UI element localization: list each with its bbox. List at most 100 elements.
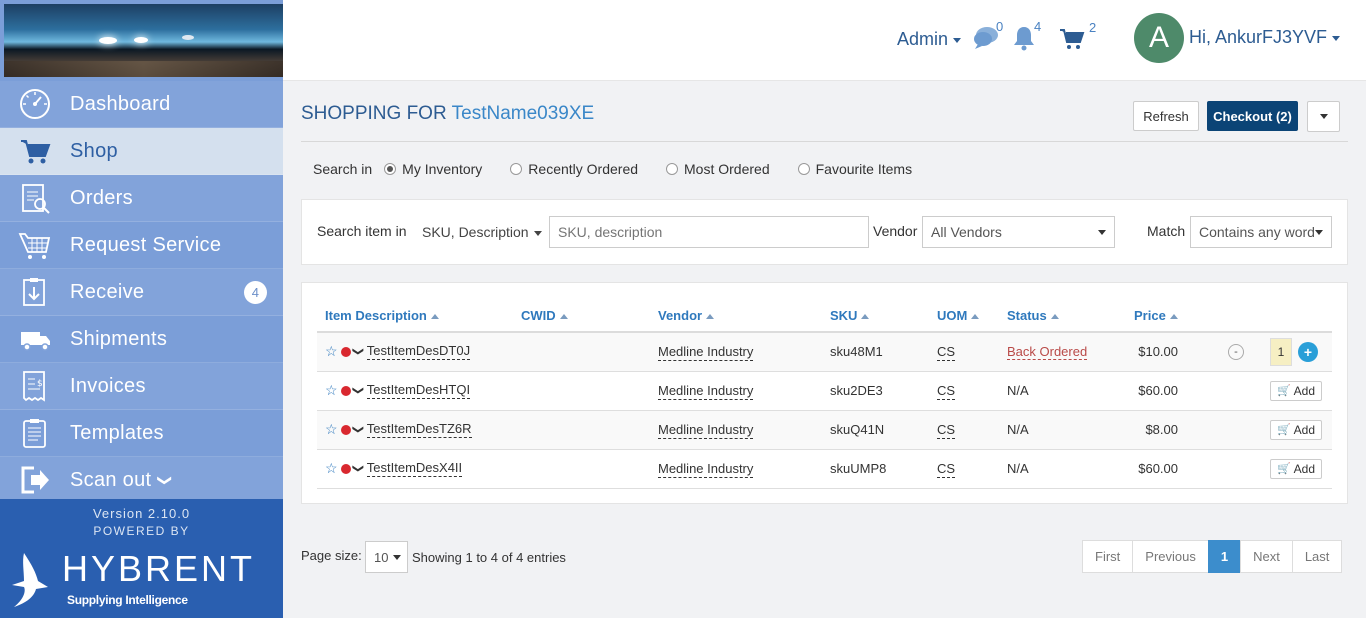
search-panel: Search item in SKU, Description Vendor A… [301,199,1348,265]
col-item-description[interactable]: Item Description [317,300,513,333]
search-scope-dropdown[interactable]: SKU, Description [422,224,542,240]
column-label: Status [1007,308,1047,323]
chevron-down-icon[interactable]: ❯ [352,347,365,356]
actions-cell: 🛒 Add [1196,371,1332,411]
uom-link[interactable]: CS [937,383,956,400]
chevron-down-icon[interactable]: ❯ [352,464,365,473]
sidebar-item-request-service[interactable]: Request Service [0,222,283,269]
sidebar-item-templates[interactable]: Templates [0,410,283,457]
sidebar-item-label: Shipments [70,327,168,350]
logo-wordmark: HYBRENT [62,548,256,589]
orders-icon [0,181,70,215]
more-options-button[interactable] [1307,101,1340,132]
hybrent-bird-icon [12,553,48,607]
vendor-link[interactable]: Medline Industry [658,383,754,400]
vendor-select[interactable]: All Vendors [922,216,1115,248]
table-row: ☆ ❯ TestItemDesTZ6R Medline Industry skuQ4… [317,410,1332,450]
entries-info: Showing 1 to 4 of 4 entries [412,550,566,565]
uom-link[interactable]: CS [937,461,956,478]
actions-cell: - 1 + [1196,332,1332,372]
vendor-link[interactable]: Medline Industry [658,422,754,439]
admin-menu[interactable]: Admin [897,29,962,50]
cart-count: 2 [1089,20,1097,35]
sidebar-footer: Version 2.10.0 POWERED BY HYBRENT Supply… [0,499,283,618]
add-button[interactable]: 🛒 Add [1269,458,1322,479]
column-label: Price [1134,308,1166,323]
pager-first[interactable]: First [1082,540,1134,573]
star-icon[interactable]: ☆ [325,382,338,399]
radio-favourite-items[interactable]: Favourite Items [797,161,912,177]
vendor-cell: Medline Industry [650,410,822,450]
sort-asc-icon [971,314,980,320]
vendor-cell: Medline Industry [650,371,822,411]
match-select[interactable]: Contains any word [1190,216,1332,248]
sort-asc-icon [706,314,715,320]
add-button[interactable]: 🛒 Add [1269,419,1322,440]
item-link[interactable]: TestItemDesHTQI [366,381,471,399]
add-button[interactable]: 🛒 Add [1269,380,1322,401]
col-uom[interactable]: UOM [929,300,999,333]
actions-cell: 🛒 Add [1196,449,1332,489]
uom-link[interactable]: CS [937,344,956,362]
sidebar: Dashboard Shop Orders Request Service Re… [0,0,283,618]
table-row: ☆ ❯ TestItemDesDT0J Medline Industry sku48… [317,332,1332,372]
status-cell: Back Ordered [999,332,1126,372]
sidebar-item-shipments[interactable]: Shipments [0,316,283,363]
column-label: Item Description [325,308,427,323]
pager-previous[interactable]: Previous [1132,540,1209,573]
increase-qty-button[interactable]: + [1298,341,1318,362]
radio-most-ordered[interactable]: Most Ordered [666,161,770,177]
col-vendor[interactable]: Vendor [650,300,822,333]
page-size-select[interactable]: 10 [365,541,408,573]
decrease-qty-button[interactable]: - [1228,343,1244,360]
item-link[interactable]: TestItemDesX4II [366,459,463,477]
status-back-ordered[interactable]: Back Ordered [1007,344,1088,361]
col-price[interactable]: Price [1126,300,1196,333]
radio-recently-ordered[interactable]: Recently Ordered [510,161,638,177]
cwid-cell [513,449,650,489]
notifications-count: 4 [1034,19,1042,34]
qty-input[interactable]: 1 [1270,337,1292,366]
chevron-down-icon[interactable]: ❯ [352,386,365,395]
item-link[interactable]: TestItemDesDT0J [366,343,471,361]
search-input[interactable] [549,216,869,248]
sidebar-item-dashboard[interactable]: Dashboard [0,81,283,128]
col-status[interactable]: Status [999,300,1126,333]
pagination: First Previous 1 Next Last [1082,540,1343,573]
vendor-link[interactable]: Medline Industry [658,344,754,362]
user-menu[interactable]: Hi, AnkurFJ3YVF [1189,27,1341,48]
col-cwid[interactable]: CWID [513,300,650,333]
vendor-link[interactable]: Medline Industry [658,461,754,478]
sidebar-item-scan-out[interactable]: Scan out ❯ [0,457,283,504]
pager-page-1[interactable]: 1 [1207,540,1242,573]
search-item-in-label: Search item in [317,223,407,239]
star-icon[interactable]: ☆ [325,460,338,477]
pager-next[interactable]: Next [1240,540,1293,573]
star-icon[interactable]: ☆ [325,343,338,360]
bell-icon[interactable] [1012,25,1036,56]
item-link[interactable]: TestItemDesTZ6R [366,420,472,438]
col-sku[interactable]: SKU [822,300,929,333]
item-description-cell: ☆ ❯ TestItemDesHTQI [317,371,513,411]
refresh-button[interactable]: Refresh [1133,101,1199,131]
uom-cell: CS [929,449,999,489]
table-row: ☆ ❯ TestItemDesHTQI Medline Industry sku2D… [317,371,1332,411]
cart-icon[interactable] [1059,27,1085,56]
checkout-button[interactable]: Checkout (2) [1207,101,1298,131]
pager-last[interactable]: Last [1291,540,1343,573]
sidebar-item-receive[interactable]: Receive 4 [0,269,283,316]
radio-my-inventory[interactable]: My Inventory [384,161,482,177]
sort-asc-icon [1169,314,1178,320]
chevron-down-icon[interactable]: ❯ [352,425,365,434]
status-dot-icon [340,463,351,474]
sidebar-item-shop[interactable]: Shop [0,128,283,175]
cwid-cell [513,332,650,372]
star-icon[interactable]: ☆ [325,421,338,438]
sidebar-item-orders[interactable]: Orders [0,175,283,222]
truck-icon [0,322,70,356]
uom-link[interactable]: CS [937,422,956,439]
sidebar-item-invoices[interactable]: $ Invoices [0,363,283,410]
avatar[interactable]: A [1134,13,1184,63]
powered-by-text: POWERED BY [93,524,190,538]
vendor-cell: Medline Industry [650,449,822,489]
